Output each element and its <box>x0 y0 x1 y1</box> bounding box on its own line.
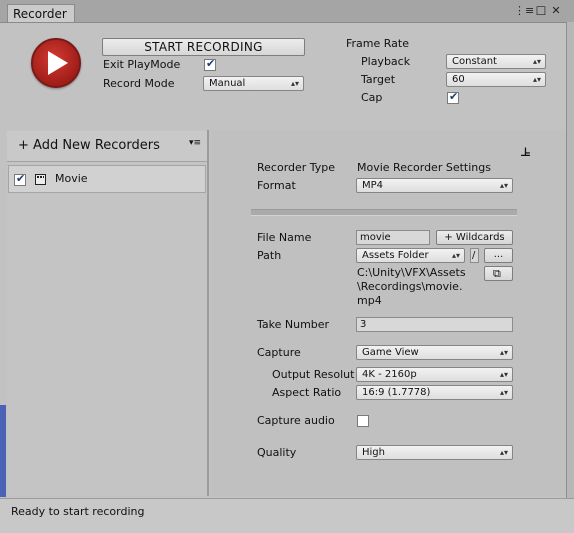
format-label: Format <box>257 179 296 192</box>
dropdown-arrow-icon: ▴▾ <box>499 448 508 457</box>
file-name-input[interactable]: movie <box>356 230 430 245</box>
dropdown-arrow-icon: ▴▾ <box>499 388 508 397</box>
section-divider <box>251 209 517 216</box>
aspect-ratio-value: 16:9 (1.7778) <box>362 387 431 398</box>
dropdown-arrow-icon: ▴▾ <box>532 57 541 66</box>
target-label: Target <box>361 73 396 86</box>
aspect-ratio-dropdown[interactable]: 16:9 (1.7778) ▴▾ <box>356 385 513 400</box>
tab-recorder[interactable]: Recorder <box>7 4 75 22</box>
sliders-icon[interactable]: ⊥̵ <box>520 145 531 159</box>
recorder-type-label: Recorder Type <box>257 161 336 174</box>
playback-value: Constant <box>452 56 497 67</box>
exit-playmode-label: Exit PlayMode <box>103 58 181 71</box>
frame-rate-label: Frame Rate <box>346 37 409 50</box>
dropdown-arrow-icon: ▴▾ <box>532 75 541 84</box>
target-dropdown[interactable]: 60 ▴▾ <box>446 72 546 87</box>
output-resolution-dropdown[interactable]: 4K - 2160p ▴▾ <box>356 367 513 382</box>
window-menu-icon[interactable]: ⋮≡ <box>514 4 534 18</box>
close-icon[interactable]: ✕ <box>549 4 563 18</box>
quality-label: Quality <box>257 446 297 459</box>
browse-button[interactable]: ... <box>484 248 513 263</box>
recorder-name: Movie <box>55 172 88 185</box>
cap-checkbox[interactable] <box>447 90 459 104</box>
tab-bar <box>0 0 574 23</box>
status-text: Ready to start recording <box>11 505 145 518</box>
playback-label: Playback <box>361 55 411 68</box>
external-link-icon: ⧉ <box>493 267 501 280</box>
play-icon <box>48 51 68 75</box>
capture-audio-checkbox[interactable] <box>357 415 369 427</box>
recorder-type-value: Movie Recorder Settings <box>357 161 491 174</box>
format-dropdown[interactable]: MP4 ▴▾ <box>356 178 513 193</box>
output-path-line: C:\Unity\VFX\Assets <box>357 266 466 279</box>
path-root-value: Assets Folder <box>362 250 429 261</box>
open-folder-button[interactable]: ⧉ <box>484 266 513 281</box>
wildcards-button[interactable]: + Wildcards <box>436 230 513 245</box>
output-resolution-value: 4K - 2160p <box>362 369 417 380</box>
capture-audio-label: Capture audio <box>257 414 335 427</box>
background-window-edge <box>0 405 6 497</box>
record-mode-label: Record Mode <box>103 77 175 90</box>
dropdown-arrow-icon: ▴▾ <box>451 251 460 260</box>
file-name-label: File Name <box>257 231 312 244</box>
capture-dropdown[interactable]: Game View ▴▾ <box>356 345 513 360</box>
adjacent-window-edge <box>566 22 574 498</box>
dropdown-arrow-icon: ▴▾ <box>499 348 508 357</box>
quality-dropdown[interactable]: High ▴▾ <box>356 445 513 460</box>
recorder-enabled-checkbox[interactable] <box>14 172 26 186</box>
clapperboard-icon <box>35 174 46 185</box>
cap-label: Cap <box>361 91 383 104</box>
take-number-label: Take Number <box>257 318 330 331</box>
path-label: Path <box>257 249 282 262</box>
start-recording-button[interactable]: START RECORDING <box>102 38 305 56</box>
output-path-line: mp4 <box>357 294 382 307</box>
list-options-icon[interactable]: ▾≡ <box>189 138 201 148</box>
capture-value: Game View <box>362 347 419 358</box>
dropdown-arrow-icon: ▴▾ <box>290 79 299 88</box>
capture-label: Capture <box>257 346 301 359</box>
path-subfolder-input[interactable]: / <box>470 248 479 263</box>
quality-value: High <box>362 447 385 458</box>
format-value: MP4 <box>362 180 384 191</box>
output-resolution-label: Output Resolut <box>272 368 355 381</box>
record-mode-value: Manual <box>209 78 246 89</box>
path-root-dropdown[interactable]: Assets Folder ▴▾ <box>356 248 465 263</box>
add-new-recorders-button[interactable]: + Add New Recorders <box>18 138 160 153</box>
aspect-ratio-label: Aspect Ratio <box>272 386 342 399</box>
target-value: 60 <box>452 74 465 85</box>
record-button[interactable] <box>31 38 81 88</box>
dropdown-arrow-icon: ▴▾ <box>499 370 508 379</box>
record-mode-dropdown[interactable]: Manual ▴▾ <box>203 76 304 91</box>
dropdown-arrow-icon: ▴▾ <box>499 181 508 190</box>
take-number-input[interactable]: 3 <box>356 317 513 332</box>
maximize-icon[interactable]: ☐ <box>534 4 548 18</box>
output-path-text: C:\Unity\VFX\Assets \Recordings\movie. m… <box>357 266 466 308</box>
output-path-line: \Recordings\movie. <box>357 280 463 293</box>
playback-dropdown[interactable]: Constant ▴▾ <box>446 54 546 69</box>
exit-playmode-checkbox[interactable] <box>204 57 216 71</box>
